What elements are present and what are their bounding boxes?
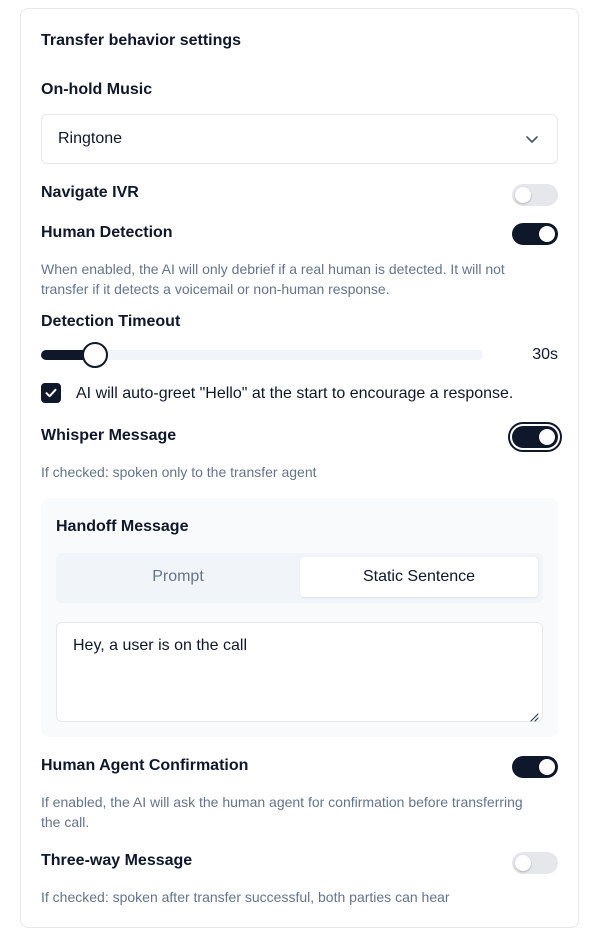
handoff-message-textarea[interactable]: Hey, a user is on the call	[56, 622, 543, 722]
three-way-message-hint: If checked: spoken after transfer succes…	[41, 889, 450, 905]
three-way-message-toggle[interactable]	[512, 852, 558, 874]
navigate-ivr-toggle[interactable]	[512, 184, 558, 206]
tab-static-sentence[interactable]: Static Sentence	[300, 557, 538, 597]
auto-greet-label: AI will auto-greet "Hello" at the start …	[76, 385, 514, 402]
navigate-ivr-label: Navigate IVR	[41, 184, 139, 201]
check-icon	[45, 388, 57, 398]
whisper-message-label: Whisper Message	[41, 427, 177, 444]
on-hold-music-value: Ringtone	[58, 130, 123, 147]
on-hold-music-label: On-hold Music	[41, 81, 153, 98]
on-hold-music-select[interactable]: Ringtone	[41, 114, 558, 164]
toggle-knob	[539, 759, 555, 775]
handoff-message-tabs: Prompt Static Sentence	[56, 553, 543, 603]
toggle-knob	[515, 187, 531, 203]
human-agent-confirmation-hint: If enabled, the AI will ask the human ag…	[41, 792, 561, 832]
detection-timeout-thumb[interactable]	[82, 342, 109, 368]
detection-timeout-label: Detection Timeout	[41, 313, 181, 330]
detection-timeout-value: 30s	[532, 346, 558, 363]
whisper-message-toggle[interactable]	[508, 422, 562, 452]
hint-line: transfer if it detects a voicemail or no…	[41, 281, 390, 297]
toggle-knob	[539, 226, 555, 242]
hint-line: When enabled, the AI will only debrief i…	[41, 261, 505, 277]
toggle-knob	[539, 429, 555, 445]
resize-handle-icon[interactable]	[529, 709, 539, 727]
hint-line: the call.	[41, 814, 90, 830]
whisper-message-hint: If checked: spoken only to the transfer …	[41, 464, 317, 480]
section-title: Transfer behavior settings	[41, 32, 242, 49]
transfer-settings-card: Transfer behavior settings On-hold Music…	[20, 8, 579, 928]
three-way-message-label: Three-way Message	[41, 852, 193, 869]
human-detection-label: Human Detection	[41, 224, 173, 241]
toggle-knob	[515, 855, 531, 871]
tab-prompt[interactable]: Prompt	[60, 557, 296, 597]
human-agent-confirmation-toggle[interactable]	[512, 756, 558, 778]
human-agent-confirmation-label: Human Agent Confirmation	[41, 757, 249, 774]
chevron-down-icon	[525, 132, 539, 146]
auto-greet-checkbox[interactable]	[41, 383, 61, 403]
hint-line: If enabled, the AI will ask the human ag…	[41, 794, 523, 810]
handoff-message-title: Handoff Message	[56, 518, 189, 535]
human-detection-toggle[interactable]	[512, 223, 558, 245]
human-detection-hint: When enabled, the AI will only debrief i…	[41, 259, 561, 299]
handoff-message-panel: Handoff Message Prompt Static Sentence H…	[41, 498, 558, 737]
